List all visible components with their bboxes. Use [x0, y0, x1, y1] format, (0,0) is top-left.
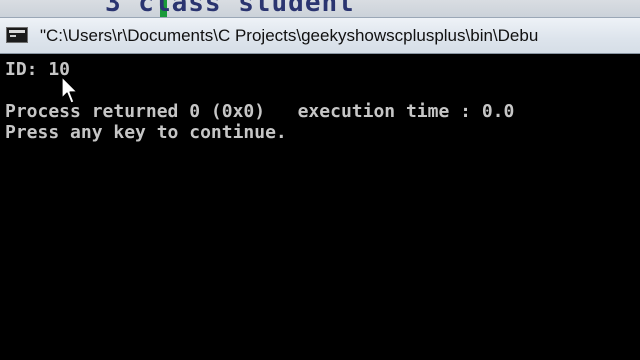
mouse-pointer-icon — [61, 76, 78, 104]
console-title-bar[interactable]: "C:\Users\r\Documents\C Projects\geekysh… — [0, 17, 640, 54]
console-line-process-returned: Process returned 0 (0x0) execution time … — [5, 101, 515, 122]
console-output[interactable]: ID: 10 Process returned 0 (0x0) executio… — [0, 54, 640, 360]
console-app-icon[interactable] — [6, 27, 28, 43]
window-title: "C:\Users\r\Documents\C Projects\geekysh… — [40, 26, 539, 45]
background-code-text: 3 class student — [105, 0, 355, 18]
screen: 3 class student "C:\Users\r\Documents\C … — [0, 0, 640, 360]
console-line-press-any-key: Press any key to continue. — [5, 122, 287, 143]
